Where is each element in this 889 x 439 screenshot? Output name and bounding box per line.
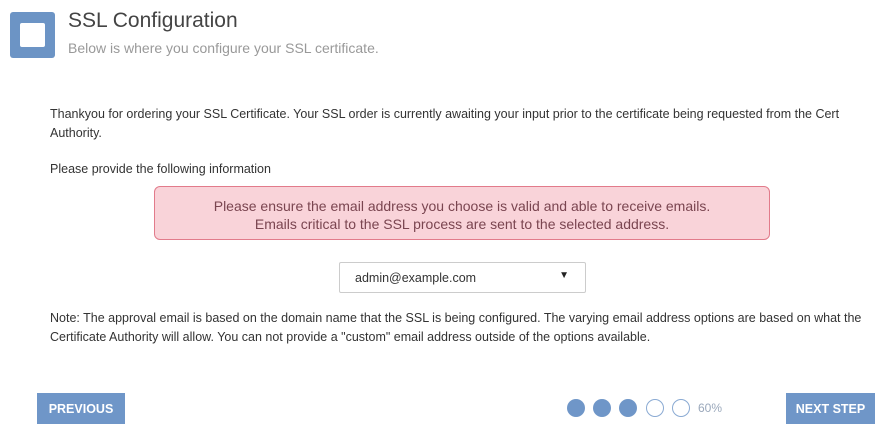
page-title: SSL Configuration (68, 9, 238, 32)
prompt-text: Please provide the following information (50, 162, 271, 176)
step-dot-3 (619, 399, 637, 417)
intro-text: Thankyou for ordering your SSL Certifica… (50, 107, 840, 140)
email-select-value: admin@example.com (355, 271, 477, 285)
step-dot-2 (593, 399, 611, 417)
next-step-button[interactable]: NEXT STEP (786, 393, 875, 424)
step-dot-1 (567, 399, 585, 417)
note-text: Note: The approval email is based on the… (50, 311, 862, 344)
email-warning-alert: Please ensure the email address you choo… (154, 186, 770, 240)
square-icon (10, 12, 55, 58)
progress-percent: 60% (698, 401, 723, 415)
alert-line-2: Emails critical to the SSL process are s… (254, 216, 670, 232)
previous-button[interactable]: PREVIOUS (37, 393, 125, 424)
alert-line-1: Please ensure the email address you choo… (213, 198, 711, 214)
email-select[interactable]: admin@example.com ▼ (339, 262, 586, 293)
caret-down-icon: ▼ (559, 270, 569, 281)
step-dot-4 (646, 399, 664, 417)
step-dot-5 (672, 399, 690, 417)
page-subtitle: Below is where you configure your SSL ce… (68, 40, 379, 56)
